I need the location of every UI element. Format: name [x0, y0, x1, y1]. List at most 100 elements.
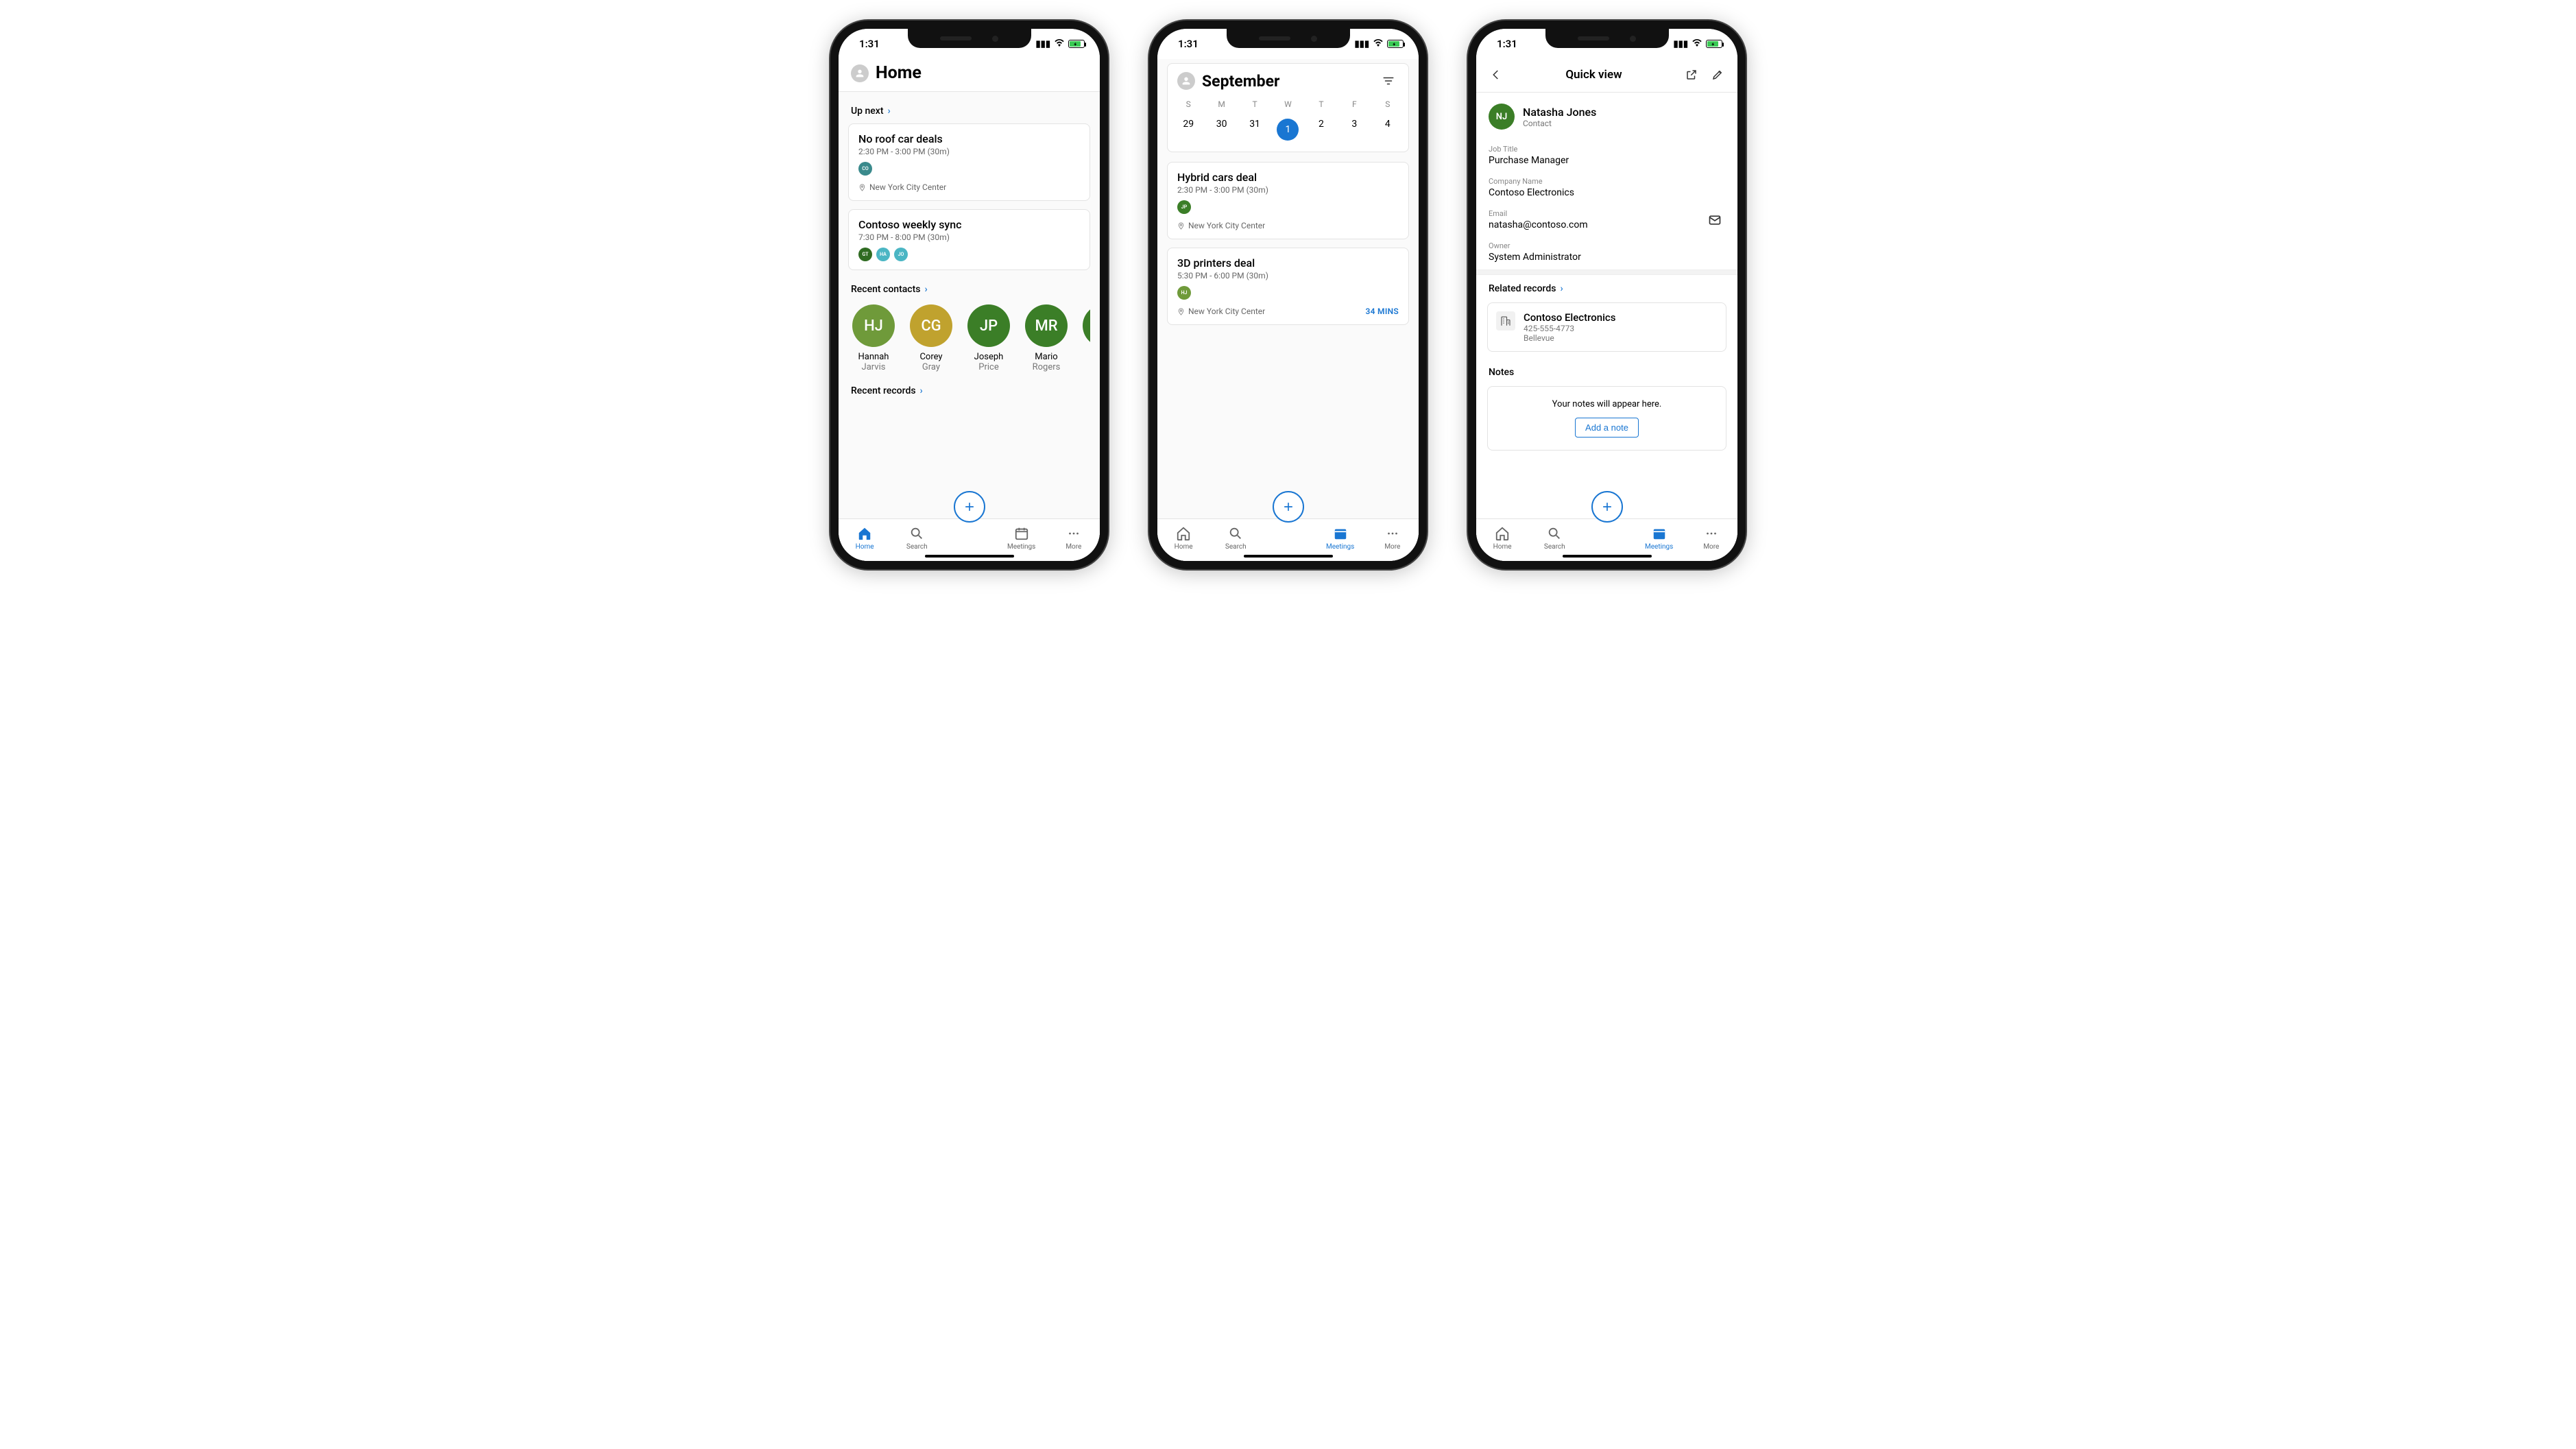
related-record-card[interactable]: Contoso Electronics 425-555-4773 Bellevu… — [1487, 302, 1726, 352]
meeting-card[interactable]: 3D printers deal 5:30 PM - 6:00 PM (30m)… — [1167, 248, 1409, 325]
profile-avatar-icon[interactable] — [1177, 72, 1195, 90]
calendar-icon — [1652, 526, 1667, 541]
meeting-card[interactable]: Hybrid cars deal 2:30 PM - 3:00 PM (30m)… — [1167, 162, 1409, 239]
page-title: Quick view — [1512, 68, 1676, 82]
contact-avatar: N — [1083, 304, 1090, 347]
phone-home: 1:31 ▮▮▮ Home Up next › No roof car deal… — [830, 21, 1108, 569]
nav-home[interactable]: Home — [844, 526, 885, 551]
nav-meetings[interactable]: Meetings — [1320, 526, 1361, 551]
add-note-button[interactable]: Add a note — [1575, 418, 1639, 438]
nav-more[interactable]: More — [1691, 526, 1732, 551]
calendar-day[interactable]: 2 — [1305, 113, 1338, 146]
notes-empty-state: Your notes will appear here. Add a note — [1487, 386, 1726, 451]
nav-more[interactable]: More — [1053, 526, 1094, 551]
section-related-records[interactable]: Related records › — [1476, 275, 1737, 297]
device-notch — [908, 29, 1031, 48]
home-indicator[interactable] — [1563, 555, 1652, 558]
back-button[interactable] — [1486, 64, 1506, 85]
chevron-right-icon: › — [920, 385, 923, 396]
contact-avatar: JP — [967, 304, 1010, 347]
cellular-icon: ▮▮▮ — [1036, 39, 1050, 49]
contact-chip[interactable]: CG CoreyGray — [907, 304, 955, 373]
more-icon — [1066, 526, 1081, 541]
attendee-avatar: HJ — [1177, 286, 1191, 300]
fab-add-button[interactable] — [954, 491, 985, 523]
calendar-day[interactable]: 29 — [1172, 113, 1205, 146]
meetings-content[interactable]: September S M T W T F S 29 30 31 — [1157, 59, 1419, 561]
building-icon — [1496, 311, 1515, 331]
nav-search[interactable]: Search — [1215, 526, 1256, 551]
attendee-avatar: GT — [858, 248, 872, 261]
meeting-time: 5:30 PM - 6:00 PM (30m) — [1177, 271, 1399, 280]
phone-quickview: 1:31 ▮▮▮ Quick view NJ — [1468, 21, 1746, 569]
contact-name: Natasha Jones — [1523, 106, 1596, 119]
contact-avatar: HJ — [852, 304, 895, 347]
section-recent-records[interactable]: Recent records › — [848, 380, 1090, 403]
wifi-icon — [1373, 38, 1384, 49]
countdown-badge: 34 MINS — [1365, 307, 1399, 316]
send-email-button[interactable] — [1705, 210, 1725, 230]
home-indicator[interactable] — [1244, 555, 1333, 558]
device-notch — [1227, 29, 1350, 48]
calendar-day-selected[interactable]: 1 — [1271, 113, 1304, 146]
calendar-day[interactable]: 31 — [1238, 113, 1271, 146]
contacts-row[interactable]: HJ HannahJarvis CG CoreyGray JP JosephPr… — [848, 302, 1090, 380]
home-icon — [1176, 526, 1191, 541]
nav-meetings[interactable]: Meetings — [1001, 526, 1042, 551]
calendar-day[interactable]: 3 — [1338, 113, 1371, 146]
contact-chip[interactable]: N NatJo — [1080, 304, 1090, 373]
chevron-left-icon — [1490, 69, 1502, 81]
field-owner: Owner System Administrator — [1476, 237, 1737, 270]
more-icon — [1704, 526, 1719, 541]
nav-search[interactable]: Search — [1534, 526, 1575, 551]
nav-more[interactable]: More — [1372, 526, 1413, 551]
contact-chip[interactable]: HJ HannahJarvis — [850, 304, 898, 373]
meeting-card[interactable]: Contoso weekly sync 7:30 PM - 8:00 PM (3… — [848, 209, 1090, 270]
attendee-avatar: CO — [858, 162, 872, 176]
meeting-time: 2:30 PM - 3:00 PM (30m) — [858, 147, 1080, 156]
plus-icon — [1600, 500, 1614, 514]
contact-profile: NJ Natasha Jones Contact — [1476, 93, 1737, 141]
nav-meetings[interactable]: Meetings — [1639, 526, 1680, 551]
profile-avatar-icon[interactable] — [851, 64, 869, 82]
fab-add-button[interactable] — [1273, 491, 1304, 523]
chevron-right-icon: › — [888, 106, 891, 117]
filter-icon[interactable] — [1378, 71, 1399, 91]
attendee-row: GT HA JO — [858, 248, 1080, 261]
home-header: Home — [839, 59, 1100, 92]
status-time: 1:31 — [1497, 38, 1517, 50]
nav-home[interactable]: Home — [1163, 526, 1204, 551]
search-icon — [1547, 526, 1562, 541]
battery-icon — [1068, 40, 1085, 48]
nav-search[interactable]: Search — [896, 526, 937, 551]
section-recent-contacts[interactable]: Recent contacts › — [848, 278, 1090, 302]
wifi-icon — [1692, 38, 1702, 49]
page-title: Home — [876, 63, 922, 83]
fab-add-button[interactable] — [1591, 491, 1623, 523]
calendar-widget: September S M T W T F S 29 30 31 — [1167, 63, 1409, 152]
cellular-icon: ▮▮▮ — [1355, 39, 1369, 49]
calendar-day[interactable]: 30 — [1205, 113, 1238, 146]
nav-home[interactable]: Home — [1482, 526, 1523, 551]
cellular-icon: ▮▮▮ — [1674, 39, 1688, 49]
battery-icon — [1387, 40, 1404, 48]
related-name: Contoso Electronics — [1524, 311, 1615, 324]
meeting-card[interactable]: No roof car deals 2:30 PM - 3:00 PM (30m… — [848, 123, 1090, 201]
section-up-next[interactable]: Up next › — [848, 100, 1090, 123]
meeting-time: 2:30 PM - 3:00 PM (30m) — [1177, 185, 1399, 195]
contact-avatar: NJ — [1489, 104, 1515, 130]
meeting-location: New York City Center — [858, 182, 1080, 192]
attendee-avatar: JO — [894, 248, 908, 261]
related-city: Bellevue — [1524, 333, 1615, 343]
contact-chip[interactable]: MR MarioRogers — [1022, 304, 1070, 373]
calendar-day[interactable]: 4 — [1371, 113, 1404, 146]
contact-chip[interactable]: JP JosephPrice — [965, 304, 1013, 373]
open-external-button[interactable] — [1681, 64, 1702, 85]
wifi-icon — [1054, 38, 1065, 49]
home-icon — [857, 526, 872, 541]
plus-icon — [1281, 500, 1295, 514]
home-icon — [1495, 526, 1510, 541]
search-icon — [1228, 526, 1243, 541]
home-indicator[interactable] — [925, 555, 1014, 558]
edit-button[interactable] — [1707, 64, 1728, 85]
